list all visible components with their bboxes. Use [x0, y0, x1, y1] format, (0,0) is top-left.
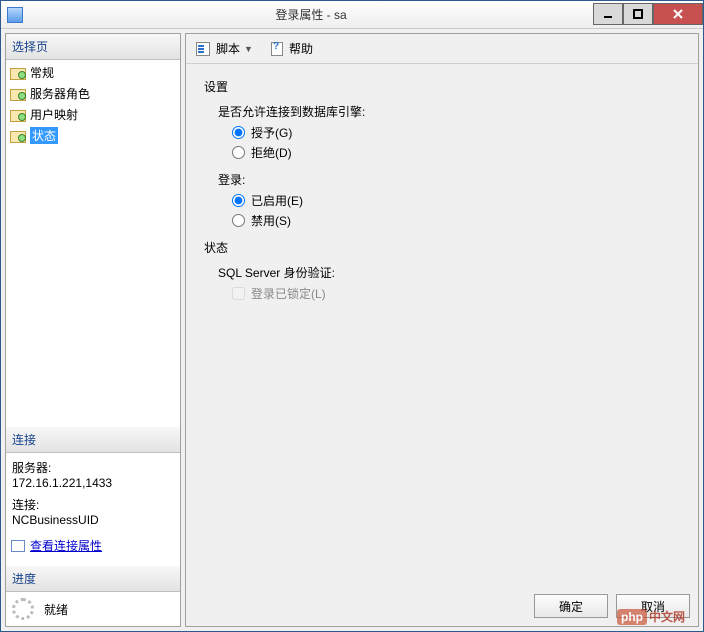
permission-label: 是否允许连接到数据库引擎:: [218, 103, 688, 120]
server-label: 服务器:: [12, 459, 174, 476]
progress-row: 就绪: [6, 592, 180, 626]
maximize-button[interactable]: [623, 3, 653, 25]
left-pane: 选择页 常规 服务器角色 用户映射 状态 连接 服务器: 172.16.1.22…: [5, 33, 181, 627]
window-title: 登录属性 - sa: [29, 6, 593, 23]
close-button[interactable]: [653, 3, 703, 25]
settings-panel: 设置 是否允许连接到数据库引擎: 授予(G) 拒绝(D) 登录:: [186, 64, 698, 586]
connection-info: 服务器: 172.16.1.221,1433 连接: NCBusinessUID: [6, 453, 180, 531]
deny-row: 拒绝(D): [232, 144, 688, 161]
grant-label[interactable]: 授予(G): [251, 124, 292, 141]
nav-item-server-roles[interactable]: 服务器角色: [6, 83, 180, 104]
toolbar: 脚本▼ 帮助: [186, 34, 698, 64]
connection-label: 连接:: [12, 496, 174, 513]
properties-icon: [10, 539, 26, 553]
enabled-radio[interactable]: [232, 194, 245, 207]
deny-label[interactable]: 拒绝(D): [251, 144, 292, 161]
enabled-label[interactable]: 已启用(E): [251, 192, 303, 209]
select-page-header: 选择页: [6, 34, 180, 60]
nav-item-user-mapping[interactable]: 用户映射: [6, 104, 180, 125]
spinner-icon: [12, 598, 34, 620]
auth-group: SQL Server 身份验证: 登录已锁定(L): [218, 264, 688, 302]
progress-status: 就绪: [44, 601, 68, 618]
nav-item-status[interactable]: 状态: [6, 125, 180, 146]
grant-row: 授予(G): [232, 124, 688, 141]
locked-row: 登录已锁定(L): [232, 285, 688, 302]
disabled-row: 禁用(S): [232, 212, 688, 229]
disabled-radio[interactable]: [232, 214, 245, 227]
login-group: 登录: 已启用(E) 禁用(S): [218, 171, 688, 229]
progress-header: 进度: [6, 566, 180, 592]
permission-group: 是否允许连接到数据库引擎: 授予(G) 拒绝(D): [218, 103, 688, 161]
dialog-footer: 确定 取消: [186, 586, 698, 626]
enabled-row: 已启用(E): [232, 192, 688, 209]
deny-radio[interactable]: [232, 146, 245, 159]
connection-header: 连接: [6, 427, 180, 453]
nav-list: 常规 服务器角色 用户映射 状态: [6, 60, 180, 148]
connection-value: NCBusinessUID: [12, 513, 174, 527]
locked-label: 登录已锁定(L): [251, 285, 326, 302]
minimize-button[interactable]: [593, 3, 623, 25]
view-connection-link[interactable]: 查看连接属性: [6, 535, 180, 556]
app-icon: [7, 7, 23, 23]
cancel-button[interactable]: 取消: [616, 594, 690, 618]
page-icon: [10, 87, 26, 101]
titlebar: 登录属性 - sa: [1, 1, 703, 29]
page-icon: [10, 129, 26, 143]
help-button[interactable]: 帮助: [265, 38, 317, 59]
dialog-window: 登录属性 - sa 选择页 常规 服务器角色 用户映射 状态 连接 服务器: 1…: [0, 0, 704, 632]
auth-label: SQL Server 身份验证:: [218, 264, 688, 281]
dropdown-arrow-icon: ▼: [244, 44, 253, 54]
content-area: 选择页 常规 服务器角色 用户映射 状态 连接 服务器: 172.16.1.22…: [1, 29, 703, 631]
grant-radio[interactable]: [232, 126, 245, 139]
script-icon: [196, 42, 212, 56]
window-buttons: [593, 4, 703, 25]
disabled-label[interactable]: 禁用(S): [251, 212, 291, 229]
nav-item-general[interactable]: 常规: [6, 62, 180, 83]
script-button[interactable]: 脚本▼: [192, 38, 261, 59]
server-value: 172.16.1.221,1433: [12, 476, 174, 490]
ok-button[interactable]: 确定: [534, 594, 608, 618]
right-pane: 脚本▼ 帮助 设置 是否允许连接到数据库引擎: 授予(G) 拒绝(D): [185, 33, 699, 627]
help-icon: [269, 42, 285, 56]
page-icon: [10, 108, 26, 122]
login-label: 登录:: [218, 171, 688, 188]
locked-checkbox: [232, 287, 245, 300]
status-title: 状态: [204, 239, 688, 256]
page-icon: [10, 66, 26, 80]
settings-title: 设置: [204, 78, 688, 95]
